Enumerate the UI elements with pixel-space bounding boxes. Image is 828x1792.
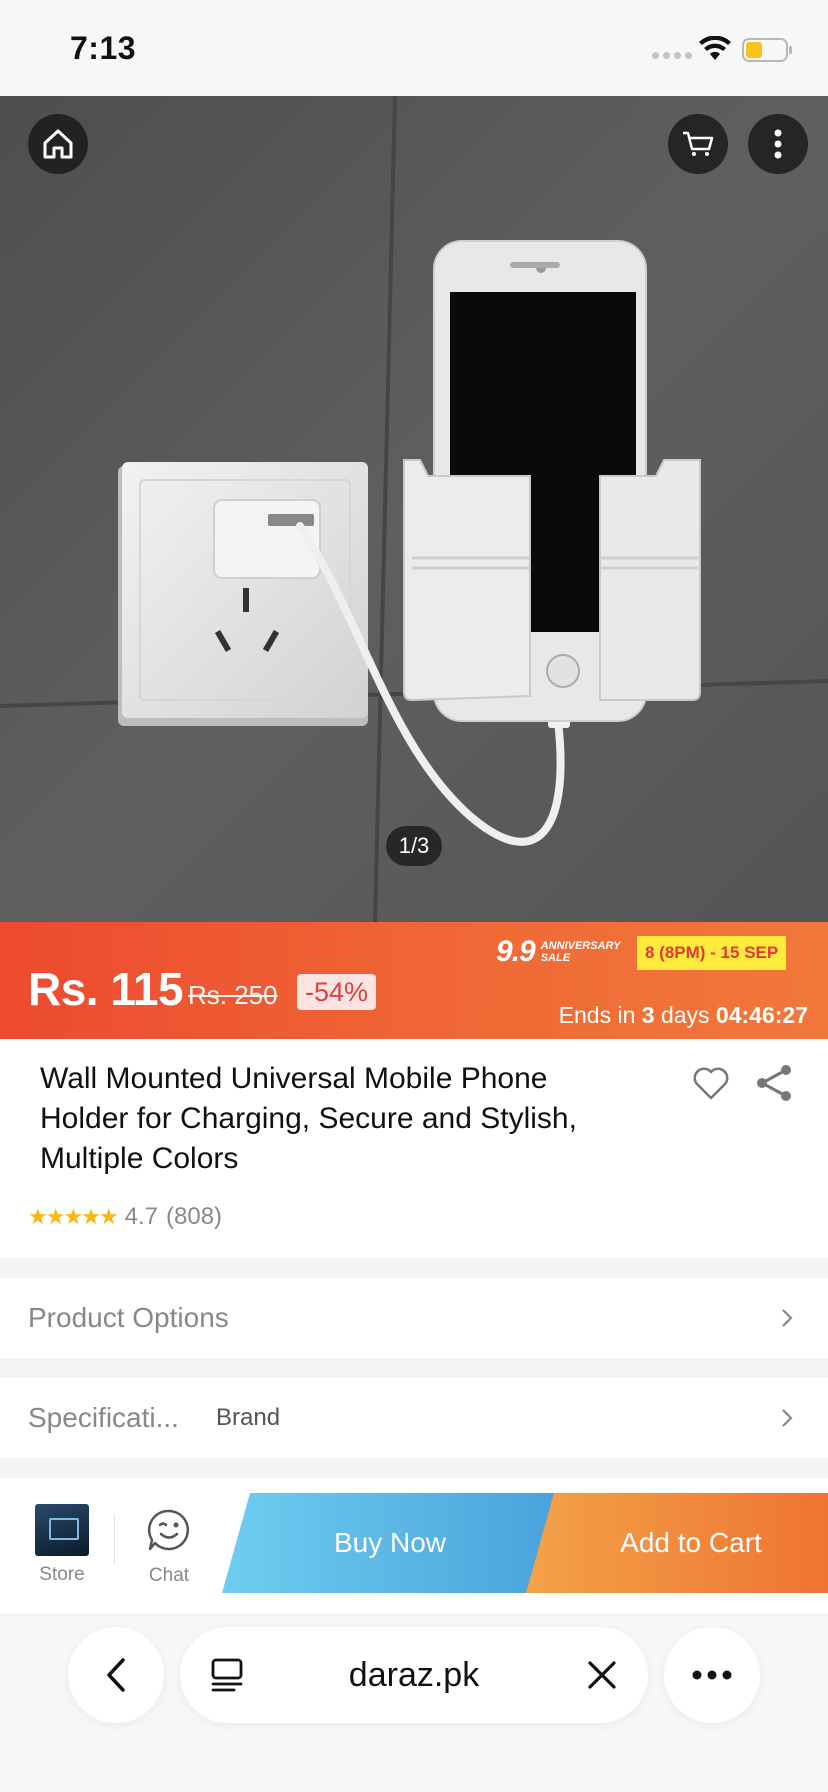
chat-icon bbox=[147, 1509, 190, 1551]
cart-button[interactable] bbox=[668, 114, 728, 174]
product-options-label: Product Options bbox=[28, 1302, 229, 1333]
specifications-label: Specificati... bbox=[28, 1402, 179, 1433]
home-button[interactable] bbox=[28, 114, 88, 174]
add-to-cart-button[interactable]: Add to Cart bbox=[526, 1493, 828, 1593]
chevron-right-icon bbox=[782, 1309, 793, 1327]
cart-icon bbox=[683, 131, 714, 156]
image-pager: 1/3 bbox=[386, 826, 442, 866]
countdown-days-unit: days bbox=[660, 1002, 710, 1028]
current-price: Rs. 115 bbox=[28, 963, 184, 1015]
sale-logo-number: 9.9 bbox=[496, 935, 536, 968]
more-options-button[interactable] bbox=[748, 114, 808, 174]
browser-back-button[interactable] bbox=[68, 1627, 164, 1723]
buy-now-button[interactable]: Buy Now bbox=[222, 1493, 558, 1593]
sale-logo: 9.9 ANNIVERSARY SALE bbox=[496, 935, 631, 969]
rating[interactable]: ★★★★★ 4.7 (808) bbox=[28, 1203, 222, 1231]
status-bar: 7:13 bbox=[0, 0, 828, 96]
product-options-row[interactable]: Product Options bbox=[0, 1278, 828, 1358]
countdown-prefix: Ends in bbox=[558, 1002, 636, 1028]
address-bar[interactable]: daraz.pk bbox=[180, 1627, 648, 1723]
chevron-right-icon bbox=[782, 1409, 793, 1427]
store-label: Store bbox=[39, 1564, 85, 1585]
more-horizontal-icon bbox=[692, 1670, 732, 1680]
specifications-row[interactable]: Specificati... Brand bbox=[0, 1378, 828, 1458]
chat-button[interactable]: Chat bbox=[140, 1508, 198, 1587]
product-image-gallery[interactable]: 1/3 bbox=[0, 96, 828, 922]
divider bbox=[114, 1514, 115, 1564]
action-bar: Store Chat Buy Now Add to Cart bbox=[0, 1478, 828, 1613]
sale-dates-badge: 8 (8PM) - 15 SEP bbox=[637, 936, 787, 970]
product-info: Wall Mounted Universal Mobile Phone Hold… bbox=[0, 1039, 828, 1258]
countdown-days: 3 bbox=[641, 1002, 655, 1028]
countdown-time: 04:46:27 bbox=[715, 1002, 808, 1028]
price-banner: Rs. 115 Rs. 250 -54% 9.9 ANNIVERSARY SAL… bbox=[0, 922, 828, 1039]
wifi-icon bbox=[699, 36, 731, 60]
original-price: Rs. 250 bbox=[188, 980, 278, 1010]
store-button[interactable]: Store bbox=[34, 1504, 90, 1586]
more-vertical-icon bbox=[774, 129, 782, 159]
specifications-value: Brand bbox=[216, 1404, 281, 1431]
cellular-signal-icon bbox=[652, 52, 692, 59]
browser-toolbar: daraz.pk bbox=[0, 1613, 828, 1792]
rating-value: 4.7 bbox=[124, 1203, 158, 1230]
status-time: 7:13 bbox=[70, 30, 137, 66]
star-rating-icon: ★★★★★ bbox=[28, 1204, 119, 1229]
share-icon[interactable] bbox=[754, 1063, 794, 1103]
review-count: (808) bbox=[166, 1203, 223, 1230]
battery-icon bbox=[742, 38, 792, 62]
sale-logo-text: ANNIVERSARY SALE bbox=[540, 940, 621, 964]
product-title: Wall Mounted Universal Mobile Phone Hold… bbox=[40, 1062, 577, 1175]
close-icon[interactable] bbox=[586, 1659, 618, 1691]
chat-label: Chat bbox=[148, 1565, 190, 1586]
url-text: daraz.pk bbox=[348, 1655, 480, 1694]
wishlist-heart-icon[interactable] bbox=[692, 1065, 730, 1101]
home-icon bbox=[43, 129, 73, 159]
chevron-left-icon bbox=[107, 1658, 125, 1692]
browser-more-button[interactable] bbox=[664, 1627, 760, 1723]
discount-badge: -54% bbox=[297, 974, 377, 1010]
store-logo bbox=[35, 1504, 89, 1556]
countdown: Ends in 3 days 04:46:27 bbox=[559, 1002, 808, 1029]
product-photo bbox=[0, 96, 828, 922]
